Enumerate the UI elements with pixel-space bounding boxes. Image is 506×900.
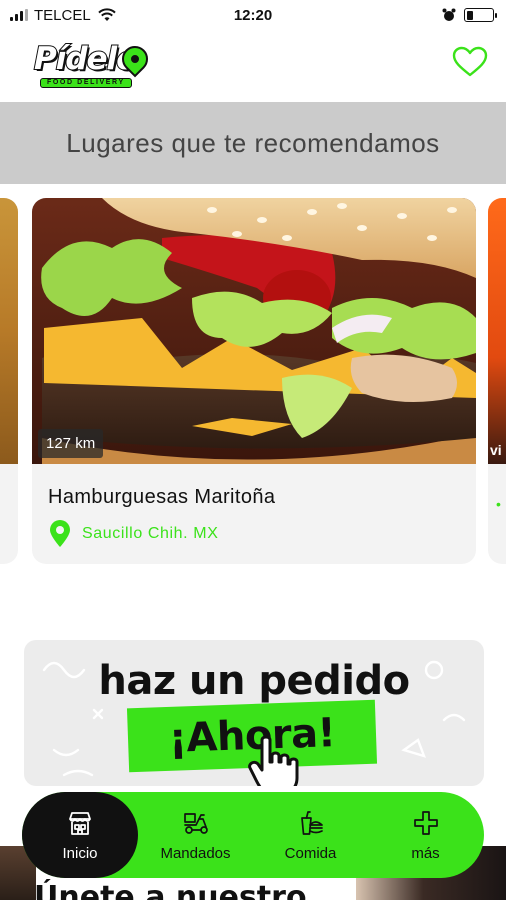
status-left: TELCEL: [10, 7, 117, 24]
hamburger-photo: 127 km: [32, 198, 476, 464]
distance-badge: 127 km: [38, 429, 104, 458]
carrier-label: TELCEL: [34, 6, 91, 24]
restaurant-carousel[interactable]: 127 km Hamburguesas Maritoña Saucillo Ch…: [0, 198, 506, 568]
status-bar: TELCEL 12:20: [0, 0, 506, 30]
restaurant-card[interactable]: 127 km Hamburguesas Maritoña Saucillo Ch…: [32, 198, 476, 564]
section-title: Lugares que te recomendamos: [66, 127, 440, 158]
app-header: Pídelo FOOD DELIVERY: [0, 30, 506, 102]
nav-item-comida[interactable]: Comida: [253, 792, 368, 878]
favorites-button[interactable]: [452, 46, 488, 80]
battery-level: [466, 10, 473, 20]
card-peek-left-image: [0, 198, 18, 464]
plus-icon: [413, 810, 438, 835]
restaurant-location: Saucillo Chih. MX: [48, 520, 218, 548]
store-icon: [69, 811, 91, 835]
nav-item-mandados[interactable]: Mandados: [138, 792, 253, 878]
peek-location-dot: •: [496, 496, 501, 512]
app-logo[interactable]: Pídelo FOOD DELIVERY: [33, 40, 154, 92]
status-right: [442, 8, 497, 22]
card-peek-left[interactable]: [0, 198, 18, 564]
pointing-hand-icon: [248, 736, 299, 786]
wifi-icon: [98, 8, 116, 21]
signal-icon: [10, 9, 28, 21]
order-now-banner[interactable]: haz un pedido ¡Ahora!: [24, 640, 484, 786]
location-pin-icon: [50, 520, 70, 547]
status-time: 12:20: [233, 6, 273, 24]
battery-icon: [464, 8, 497, 22]
promo-headline: haz un pedido: [98, 658, 410, 704]
alarm-icon: [442, 8, 456, 21]
nav-label-comida: Comida: [284, 844, 337, 862]
logo-subtitle: FOOD DELIVERY: [40, 78, 132, 88]
food-icon: [300, 810, 323, 835]
peek-right-text: vi: [490, 442, 502, 458]
nav-item-mas[interactable]: más: [368, 792, 483, 878]
nav-item-inicio[interactable]: Inicio: [22, 792, 138, 878]
bottom-navigation: Inicio Mandados Comida más: [22, 792, 484, 878]
nav-label-inicio: Inicio: [62, 844, 98, 862]
card-peek-right[interactable]: vi •: [488, 198, 506, 564]
location-label: Saucillo Chih. MX: [82, 525, 219, 542]
restaurant-name: Hamburguesas Maritoña: [48, 486, 276, 508]
section-banner: Lugares que te recomendamos: [0, 102, 506, 184]
nav-label-mandados: Mandados: [160, 844, 231, 862]
delivery-scooter-icon: [183, 812, 208, 834]
heart-outline-icon: [452, 46, 488, 77]
nav-label-mas: más: [411, 844, 440, 862]
join-title: Únete a nuestro: [34, 880, 307, 900]
hamburger-illustration: [32, 198, 476, 464]
card-peek-right-image: vi: [488, 198, 506, 464]
